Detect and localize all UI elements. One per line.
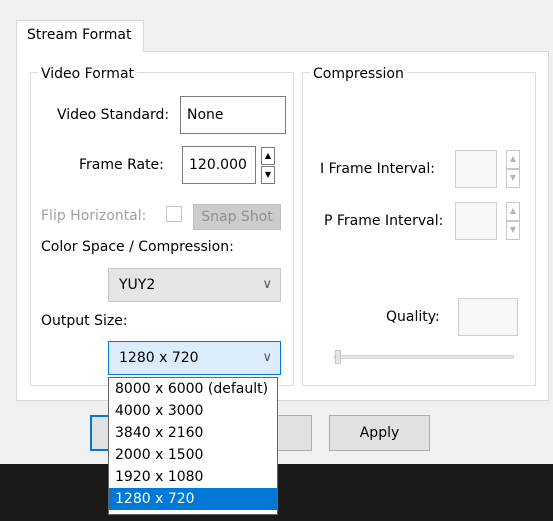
flip-horizontal-checkbox[interactable]	[166, 206, 182, 222]
dropdown-option[interactable]: 1920 x 1080	[109, 466, 277, 488]
dropdown-option-selected[interactable]: 1280 x 720	[109, 488, 277, 510]
video-standard-field: None	[180, 96, 286, 134]
i-frame-interval-label: I Frame Interval:	[320, 161, 435, 177]
color-space-label: Color Space / Compression:	[41, 239, 234, 255]
p-frame-spin-up-icon[interactable]: ▲	[506, 202, 520, 221]
i-frame-spin-up-icon[interactable]: ▲	[506, 150, 520, 169]
p-frame-spin-down-icon[interactable]: ▼	[506, 221, 520, 240]
color-space-value: YUY2	[119, 277, 156, 293]
output-size-dropdown-list[interactable]: 8000 x 6000 (default) 4000 x 3000 3840 x…	[108, 377, 278, 515]
video-format-legend: Video Format	[38, 65, 138, 83]
dropdown-option[interactable]: 2000 x 1500	[109, 444, 277, 466]
quality-slider-thumb[interactable]	[335, 350, 341, 364]
dropdown-option[interactable]: 4000 x 3000	[109, 400, 277, 422]
i-frame-spin-down-icon[interactable]: ▼	[506, 169, 520, 188]
i-frame-interval-input[interactable]	[455, 150, 497, 188]
chevron-down-icon: ∨	[262, 277, 272, 292]
p-frame-interval-label: P Frame Interval:	[324, 213, 444, 229]
snap-shot-button[interactable]: Snap Shot	[193, 204, 281, 230]
tab-stream-format[interactable]: Stream Format	[16, 20, 144, 52]
output-size-value: 1280 x 720	[119, 350, 199, 366]
output-size-select[interactable]: 1280 x 720 ∨	[108, 341, 281, 375]
p-frame-interval-input[interactable]	[455, 202, 497, 240]
quality-label: Quality:	[386, 309, 440, 325]
frame-rate-spin-down-icon[interactable]: ▼	[261, 166, 275, 184]
tab-label: Stream Format	[27, 27, 132, 43]
dropdown-option[interactable]: 3840 x 2160	[109, 422, 277, 444]
apply-button[interactable]: Apply	[329, 415, 430, 451]
color-space-select[interactable]: YUY2 ∨	[108, 268, 281, 302]
video-standard-label: Video Standard:	[57, 107, 170, 123]
dropdown-option[interactable]: 8000 x 6000 (default)	[109, 378, 277, 400]
output-size-label: Output Size:	[41, 313, 128, 329]
compression-legend: Compression	[310, 65, 407, 83]
frame-rate-input[interactable]: 120.000	[182, 146, 256, 184]
quality-slider-track[interactable]	[334, 355, 514, 359]
frame-rate-spin-up-icon[interactable]: ▲	[261, 147, 275, 165]
chevron-down-icon: ∨	[262, 350, 272, 365]
quality-input[interactable]	[458, 298, 518, 336]
flip-horizontal-label: Flip Horizontal:	[41, 208, 147, 224]
frame-rate-label: Frame Rate:	[79, 157, 164, 173]
